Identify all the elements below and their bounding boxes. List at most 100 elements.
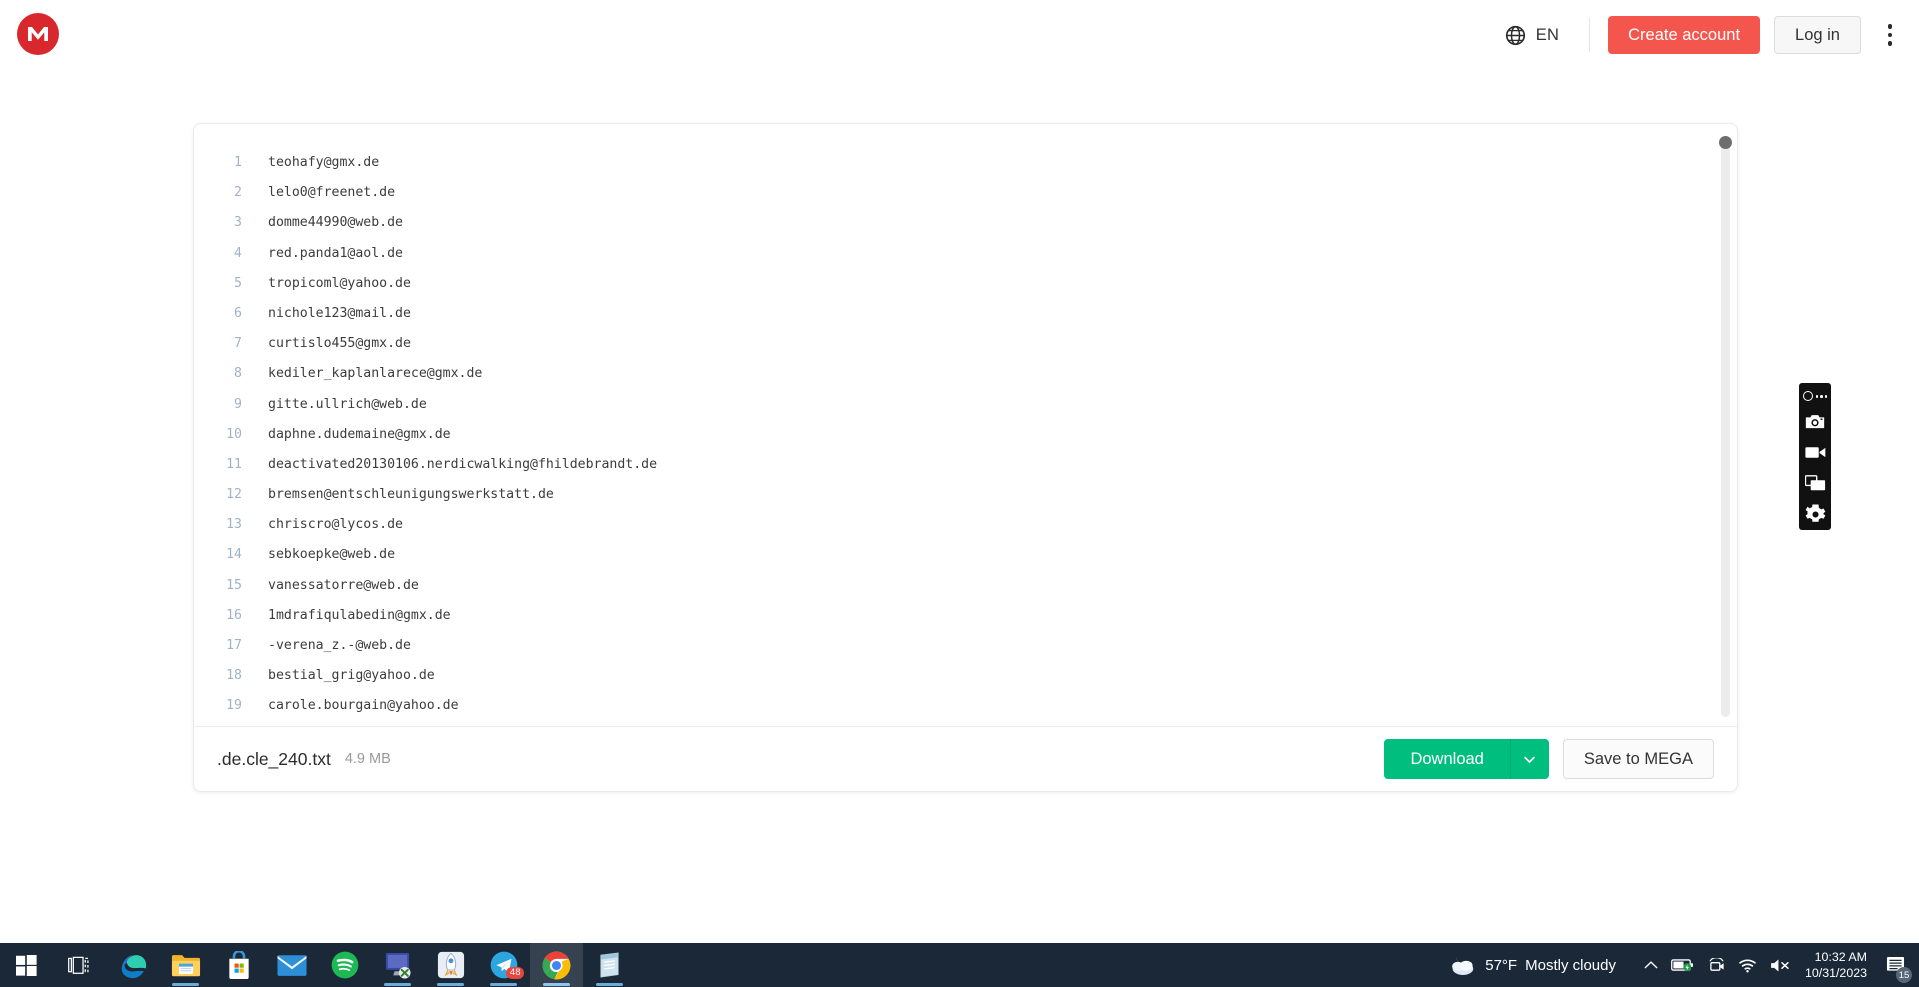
file-line: 19 carole.bourgain@yahoo.de (194, 691, 1737, 721)
line-number: 13 (226, 517, 242, 533)
file-line: 15 vanessatorre@web.de (194, 571, 1737, 601)
microsoft-store-icon (228, 950, 249, 979)
file-preview-panel: 1 teohafy@gmx.de 2 lelo0@freenet.de 3 domme44… (193, 123, 1738, 792)
chevron-down-icon (1524, 756, 1536, 763)
save-to-mega-button[interactable]: Save to MEGA (1562, 739, 1714, 779)
capture-window-button[interactable] (1799, 468, 1831, 499)
file-line: 12 bremsen@entschleunigungswerkstatt.de (194, 480, 1737, 510)
taskbar-item-telegram[interactable]: 48 (477, 943, 530, 987)
line-text: deactivated20130106.nerdicwalking@fhilde… (268, 456, 658, 472)
windows-taskbar: 48 57°F Mostly cloudy 10:32 AM 10/31/202… (0, 943, 1919, 987)
create-account-button[interactable]: Create account (1608, 16, 1761, 54)
taskbar-running-indicator (490, 983, 517, 986)
show-hidden-icons-button[interactable] (1644, 960, 1658, 970)
login-button[interactable]: Log in (1774, 16, 1861, 54)
notification-center-button[interactable]: 15 (1877, 943, 1913, 987)
file-line: 16 1mdrafiqulabedin@gmx.de (194, 601, 1737, 631)
line-number: 15 (226, 577, 242, 593)
taskbar-apps: 48 (0, 943, 636, 987)
file-line: 2 lelo0@freenet.de (194, 178, 1737, 208)
clock-time: 10:32 AM (1814, 949, 1867, 964)
file-line: 18 bestial_grig@yahoo.de (194, 661, 1737, 691)
taskbar-item-task-view[interactable] (53, 943, 106, 987)
weather-cloudy-night-icon (1452, 956, 1474, 975)
taskbar-clock[interactable]: 10:32 AM 10/31/2023 (1805, 949, 1877, 982)
camera-icon (1805, 414, 1825, 428)
dot (1820, 394, 1823, 398)
taskbar-running-indicator (384, 983, 411, 986)
download-button[interactable]: Download (1384, 739, 1511, 779)
taskbar-item-microsoft-store[interactable] (212, 943, 265, 987)
file-line: 3 domme44990@web.de (194, 208, 1737, 238)
taskbar-item-google-chrome[interactable] (530, 943, 583, 987)
taskbar-running-indicator (596, 983, 623, 986)
line-text: kediler_kaplanlarece@gmx.de (268, 366, 483, 382)
google-chrome-icon (542, 951, 571, 979)
language-label: EN (1535, 25, 1560, 44)
line-text: carole.bourgain@yahoo.de (268, 698, 459, 714)
speaker-mute-icon (1771, 959, 1789, 971)
line-number: 11 (226, 456, 242, 472)
line-number: 16 (226, 607, 242, 623)
download-button-group: Download (1384, 739, 1549, 779)
taskbar-item-start[interactable] (0, 943, 53, 987)
dot (1815, 394, 1819, 398)
more-options-icon[interactable] (1875, 15, 1905, 55)
recorder-brand[interactable] (1802, 387, 1828, 405)
volume-muted-icon[interactable] (1770, 958, 1791, 973)
line-number: 12 (226, 487, 242, 503)
line-number: 3 (234, 215, 242, 231)
taskbar-item-microsoft-edge[interactable] (106, 943, 159, 987)
preview-scrollbar-thumb[interactable] (1719, 136, 1732, 149)
taskbar-running-indicator (172, 983, 199, 986)
language-selector[interactable]: EN (1493, 19, 1571, 52)
download-dropdown-button[interactable] (1510, 739, 1549, 779)
settings-button[interactable] (1799, 499, 1831, 530)
virtual-machine-icon (385, 952, 411, 979)
taskbar-item-file-explorer[interactable] (159, 943, 212, 987)
camera-privacy-icon[interactable] (1708, 957, 1725, 973)
line-text: daphne.dudemaine@gmx.de (268, 426, 451, 442)
line-text: bestial_grig@yahoo.de (268, 668, 435, 684)
webcam-icon (1709, 957, 1724, 971)
site-header: EN Create account Log in (0, 0, 1919, 70)
header-divider (1589, 18, 1591, 52)
task-view-icon (68, 956, 89, 974)
line-number: 1 (234, 155, 242, 170)
dot (1824, 394, 1828, 398)
taskbar-item-pycharm[interactable] (424, 943, 477, 987)
taskbar-item-mail[interactable] (265, 943, 318, 987)
line-text: bremsen@entschleunigungswerkstatt.de (268, 487, 554, 503)
taskbar-active-indicator (543, 983, 570, 986)
notification-badge: 15 (1896, 967, 1912, 983)
line-number: 7 (234, 336, 242, 352)
line-number: 19 (226, 698, 242, 714)
taskbar-item-notepad[interactable] (583, 943, 636, 987)
screenshot-button[interactable] (1799, 405, 1831, 436)
line-text: teohafy@gmx.de (268, 155, 380, 170)
line-text: curtislo455@gmx.de (268, 336, 411, 352)
window-capture-icon (1804, 475, 1825, 491)
battery-charging-icon[interactable] (1671, 958, 1695, 972)
taskbar-item-virtual-machine[interactable] (371, 943, 424, 987)
line-number: 14 (226, 547, 242, 563)
line-text: domme44990@web.de (268, 215, 403, 231)
microsoft-edge-icon (121, 954, 146, 979)
file-line: 6 nichole123@mail.de (194, 299, 1737, 329)
record-video-button[interactable] (1799, 437, 1831, 468)
mega-logo[interactable] (17, 13, 59, 55)
line-text: 1mdrafiqulabedin@gmx.de (268, 607, 451, 623)
file-line: 14 sebkoepke@web.de (194, 540, 1737, 570)
kebab-dot (1887, 41, 1893, 46)
clock-date: 10/31/2023 (1804, 966, 1867, 980)
video-camera-icon (1804, 446, 1825, 458)
file-text-viewer[interactable]: 1 teohafy@gmx.de 2 lelo0@freenet.de 3 domme44… (194, 124, 1737, 728)
line-number: 5 (234, 275, 242, 291)
file-line: 4 red.panda1@aol.de (194, 239, 1737, 269)
taskbar-item-spotify[interactable] (318, 943, 371, 987)
weather-widget[interactable]: 57°F Mostly cloudy (1437, 952, 1626, 978)
mail-icon (276, 954, 307, 976)
wifi-icon[interactable] (1738, 958, 1757, 973)
preview-scrollbar-track[interactable] (1721, 137, 1730, 717)
recorder-menu-icon[interactable] (1815, 394, 1828, 398)
